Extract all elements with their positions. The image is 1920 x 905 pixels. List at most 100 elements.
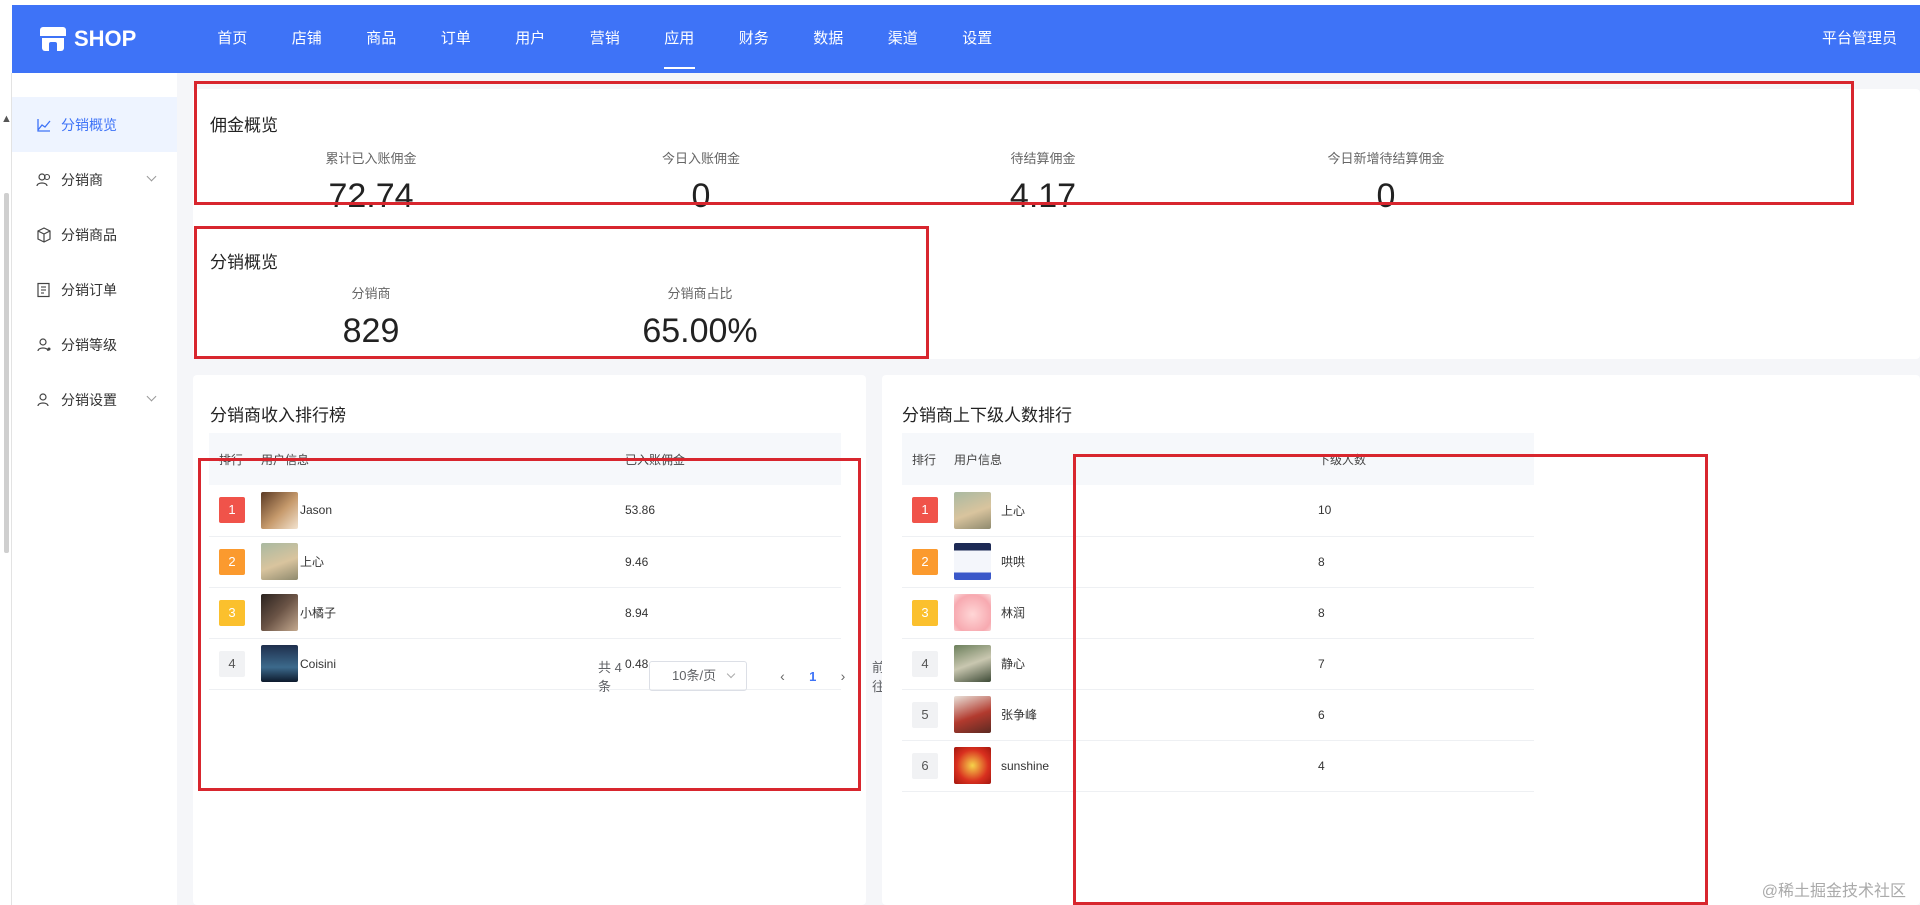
stat-total-commission: 累计已入账佣金 72.74 <box>261 148 481 216</box>
table-row: 5 张争峰 6 <box>902 689 1534 741</box>
rank-badge: 2 <box>912 548 938 575</box>
nav-home[interactable]: 首页 <box>195 5 270 73</box>
logo[interactable]: SHOP <box>12 26 195 52</box>
caret-up-icon[interactable]: ▲ <box>1 113 12 125</box>
outer-scroll-strip: ▲ <box>0 73 12 905</box>
sidebar-item-levels[interactable]: 分销等级 <box>12 317 177 372</box>
nav-finance[interactable]: 财务 <box>717 5 792 73</box>
admin-user-menu[interactable]: 平台管理员 <box>1822 5 1897 73</box>
page-size-select[interactable]: 10条/页 <box>649 661 748 691</box>
pagination-total: 共 4 条 <box>598 660 622 694</box>
avatar <box>954 696 991 733</box>
distribution-overview-card: 分销概览 分销商 829 分销商占比 65.00% <box>193 226 1920 359</box>
rank-badge: 6 <box>912 752 938 779</box>
rank-badge: 5 <box>912 701 938 728</box>
commission-value: 53.86 <box>625 485 841 537</box>
sidebar-item-orders[interactable]: 分销订单 <box>12 262 177 317</box>
sidebar-item-overview[interactable]: 分销概览 <box>12 97 177 152</box>
avatar <box>954 594 991 631</box>
column-header: 用户信息 <box>261 433 625 485</box>
table-row: 2 哄哄 8 <box>902 536 1534 588</box>
nav-users[interactable]: 用户 <box>493 5 568 73</box>
sidebar-item-label: 分销商品 <box>61 226 117 243</box>
sidebar-item-settings[interactable]: 分销设置 <box>12 372 177 427</box>
watermark: @稀土掘金技术社区 <box>1761 883 1906 900</box>
column-header: 排行 <box>902 433 954 485</box>
stat-value: 65.00% <box>642 312 758 350</box>
nav-channels[interactable]: 渠道 <box>866 5 941 73</box>
stat-distributor-count: 分销商 829 <box>261 283 481 351</box>
stat-distributor-ratio: 分销商占比 65.00% <box>575 283 825 351</box>
nav-data[interactable]: 数据 <box>791 5 866 73</box>
nav-settings[interactable]: 设置 <box>940 5 1015 73</box>
card-title: 分销商上下级人数排行 <box>902 406 1072 425</box>
page-size-value: 10条/页 <box>672 668 717 683</box>
nav-apps[interactable]: 应用 <box>642 5 717 73</box>
page-number[interactable]: 1 <box>795 669 830 684</box>
next-page-button[interactable]: › <box>830 668 856 684</box>
sidebar-item-products[interactable]: 分销商品 <box>12 207 177 262</box>
user-name: 林润 <box>1001 606 1026 620</box>
scrollbar-thumb[interactable] <box>4 193 9 553</box>
chevron-down-icon[interactable] <box>146 391 157 402</box>
member-rank-card: 分销商上下级人数排行 排行 用户信息 下级人数 1 上心 10 2 哄哄 8 3… <box>882 375 1920 905</box>
member-count: 8 <box>1318 587 1534 639</box>
rank-badge: 1 <box>912 497 938 524</box>
nav-marketing[interactable]: 营销 <box>568 5 643 73</box>
top-nav: 首页 店铺 商品 订单 用户 营销 应用 财务 数据 渠道 设置 <box>195 5 1015 73</box>
prev-page-button[interactable]: ‹ <box>769 668 795 684</box>
column-header: 排行 <box>209 433 261 485</box>
column-header: 已入账佣金 <box>625 433 841 485</box>
rank-badge: 4 <box>912 650 938 677</box>
nav-products[interactable]: 商品 <box>344 5 419 73</box>
avatar <box>954 747 991 784</box>
user-name: sunshine <box>1001 758 1050 773</box>
stat-label: 分销商占比 <box>667 286 733 301</box>
sidebar-item-label: 分销商 <box>61 171 103 188</box>
avatar <box>954 543 991 580</box>
stat-value: 72.74 <box>328 177 414 215</box>
stat-pending-commission: 待结算佣金 4.17 <box>933 148 1153 216</box>
avatar <box>261 645 298 682</box>
stat-label: 累计已入账佣金 <box>325 151 417 166</box>
table-row: 6 sunshine 4 <box>902 740 1534 792</box>
line-chart-icon <box>36 117 52 133</box>
stat-label: 今日入账佣金 <box>661 151 740 166</box>
nav-store[interactable]: 店铺 <box>270 5 345 73</box>
user-settings-icon <box>36 392 52 408</box>
order-icon <box>36 282 52 298</box>
member-count: 8 <box>1318 536 1534 588</box>
sidebar-item-label: 分销等级 <box>61 336 117 353</box>
avatar <box>261 543 298 580</box>
avatar <box>261 594 298 631</box>
top-navbar: SHOP 首页 店铺 商品 订单 用户 营销 应用 财务 数据 渠道 设置 平台… <box>12 5 1920 73</box>
table-row: 3 小橘子 8.94 <box>209 587 841 639</box>
table-row: 1 上心 10 <box>902 485 1534 537</box>
user-level-icon <box>36 337 52 353</box>
user-name: 张争峰 <box>1001 708 1038 722</box>
sidebar: 分销概览 分销商 分销商品 分销订单 分销等级 分销设置 <box>12 73 177 905</box>
member-rank-table: 排行 用户信息 下级人数 1 上心 10 2 哄哄 8 3 林润 8 4 静心 … <box>902 433 1534 792</box>
stat-label: 分销商 <box>351 286 391 301</box>
sidebar-item-distributors[interactable]: 分销商 <box>12 152 177 207</box>
member-count: 10 <box>1318 485 1534 537</box>
chevron-down-icon[interactable] <box>146 171 157 182</box>
shop-icon <box>40 27 66 51</box>
stat-today-pending-commission: 今日新增待结算佣金 0 <box>1266 148 1506 216</box>
nav-orders[interactable]: 订单 <box>419 5 494 73</box>
column-header: 用户信息 <box>954 433 1318 485</box>
rank-badge: 4 <box>219 650 245 677</box>
main-content: 佣金概览 累计已入账佣金 72.74 今日入账佣金 0 待结算佣金 4.17 今… <box>177 73 1920 905</box>
sidebar-item-label: 分销设置 <box>61 391 117 408</box>
box-icon <box>36 226 52 243</box>
commission-overview-card: 佣金概览 累计已入账佣金 72.74 今日入账佣金 0 待结算佣金 4.17 今… <box>193 89 1920 234</box>
commission-value: 9.46 <box>625 536 841 588</box>
table-row: 2 上心 9.46 <box>209 536 841 588</box>
rank-badge: 2 <box>219 548 245 575</box>
users-icon <box>36 172 52 188</box>
user-name: 静心 <box>1001 657 1026 671</box>
rank-badge: 3 <box>912 599 938 626</box>
user-name: Coisini <box>300 656 337 671</box>
income-rank-table: 排行 用户信息 已入账佣金 1 Jason 53.86 2 上心 9.46 3 <box>209 433 841 690</box>
user-name: 小橘子 <box>300 606 337 620</box>
